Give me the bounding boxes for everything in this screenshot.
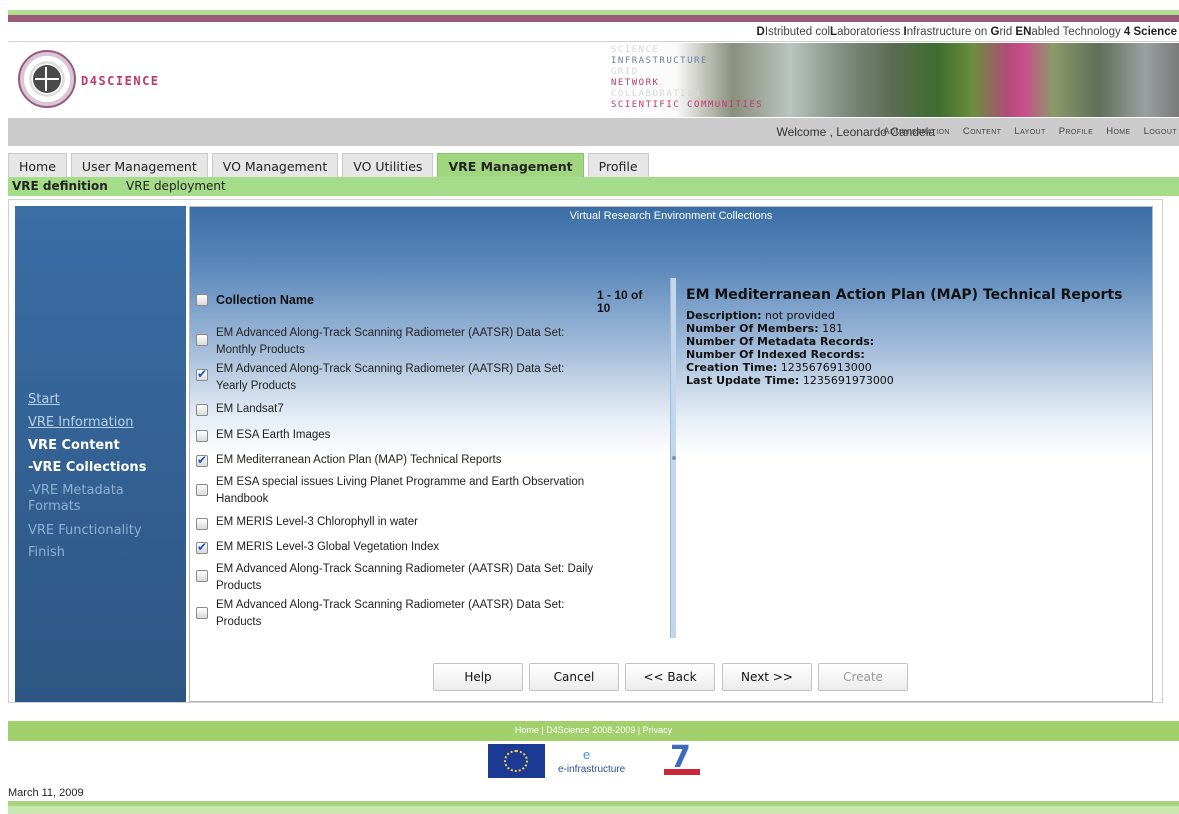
bottom-accent-bar-light bbox=[8, 806, 1179, 814]
column-header-collection-name: Collection Name bbox=[216, 293, 314, 307]
step-vre-information[interactable]: VRE Information bbox=[28, 415, 134, 430]
collection-checkbox[interactable] bbox=[196, 367, 208, 381]
panel-title: Virtual Research Environment Collections bbox=[569, 210, 773, 222]
collection-name: EM Advanced Along-Track Scanning Radiome… bbox=[216, 363, 565, 392]
brand-name: D4SCIENCE bbox=[81, 74, 160, 88]
user-links: Administration Content Layout Profile Ho… bbox=[873, 126, 1177, 137]
step-start[interactable]: Start bbox=[28, 392, 60, 407]
collection-name: EM Advanced Along-Track Scanning Radiome… bbox=[216, 599, 565, 628]
next-button[interactable]: Next >> bbox=[722, 663, 812, 691]
step-vre-metadata-formats: -VRE Metadata Formats bbox=[28, 483, 124, 514]
main-tabs: Home User Management VO Management VO Ut… bbox=[8, 153, 649, 177]
collection-detail-title: EM Mediterranean Action Plan (MAP) Techn… bbox=[686, 287, 1123, 303]
tab-home[interactable]: Home bbox=[8, 153, 67, 177]
link-logout[interactable]: Logout bbox=[1144, 126, 1177, 137]
paging-info: 1 - 10 of 10 bbox=[597, 288, 643, 315]
sub-navigation: VRE definition VRE deployment bbox=[8, 177, 1179, 196]
link-home[interactable]: Home bbox=[1106, 126, 1130, 137]
collection-name: EM ESA special issues Living Planet Prog… bbox=[216, 476, 585, 505]
tab-vo-utilities[interactable]: VO Utilities bbox=[342, 153, 434, 177]
collection-checkbox[interactable] bbox=[196, 453, 208, 467]
collection-checkbox[interactable] bbox=[196, 540, 208, 554]
top-purple-bar bbox=[8, 15, 1179, 22]
footer-date: March 11, 2009 bbox=[8, 787, 84, 799]
tab-vre-management[interactable]: VRE Management bbox=[437, 153, 584, 177]
banner-words: SCIENCE INFRASTRUCTURE GRID NETWORK COLL… bbox=[611, 45, 764, 110]
panel-splitter[interactable] bbox=[670, 278, 676, 638]
step-vre-functionality: VRE Functionality bbox=[28, 523, 142, 538]
collection-name: EM Advanced Along-Track Scanning Radiome… bbox=[216, 327, 565, 356]
tab-user-management[interactable]: User Management bbox=[70, 153, 208, 177]
collection-checkbox[interactable] bbox=[196, 404, 208, 416]
create-button: Create bbox=[818, 663, 908, 691]
collection-name: EM Landsat7 bbox=[216, 403, 284, 415]
footer-logos: e e-infrastructure 7 bbox=[488, 740, 708, 780]
site-tagline: DIstributed colLaboratoriess Infrastruct… bbox=[756, 26, 1177, 38]
detail-members: Number Of Members: 181 bbox=[686, 322, 844, 335]
detail-description: Description: not provided bbox=[686, 309, 835, 322]
collection-name: EM MERIS Level-3 Global Vegetation Index bbox=[216, 541, 440, 553]
d4science-logo[interactable]: D4SCIENCE bbox=[18, 50, 178, 110]
collection-name: EM Advanced Along-Track Scanning Radiome… bbox=[216, 563, 594, 592]
collection-name: EM ESA Earth Images bbox=[216, 429, 331, 441]
tab-vo-management[interactable]: VO Management bbox=[211, 153, 339, 177]
link-layout[interactable]: Layout bbox=[1014, 126, 1045, 137]
link-content[interactable]: Content bbox=[963, 126, 1001, 137]
cancel-button[interactable]: Cancel bbox=[529, 663, 619, 691]
collection-checkbox[interactable] bbox=[196, 430, 208, 442]
subnav-vre-definition[interactable]: VRE definition bbox=[12, 179, 108, 193]
header-divider bbox=[8, 41, 1179, 42]
tab-profile[interactable]: Profile bbox=[587, 153, 649, 177]
detail-creation-time: Creation Time: 1235676913000 bbox=[686, 361, 872, 374]
collection-checkbox[interactable] bbox=[196, 570, 208, 582]
step-finish: Finish bbox=[28, 545, 66, 560]
globe-icon bbox=[18, 50, 76, 108]
splitter-handle-icon bbox=[672, 456, 676, 460]
e-infrastructure-logo: e-infrastructure bbox=[558, 764, 626, 775]
subnav-vre-deployment[interactable]: VRE deployment bbox=[126, 179, 226, 193]
e-infrastructure-icon: e bbox=[583, 747, 591, 762]
step-vre-content: VRE Content bbox=[28, 438, 120, 453]
select-all-checkbox[interactable] bbox=[196, 294, 208, 306]
help-button[interactable]: Help bbox=[433, 663, 523, 691]
collection-checkbox[interactable] bbox=[196, 484, 208, 496]
footer-bar: Home | D4Science 2008-2009 | Privacy bbox=[8, 721, 1179, 741]
user-bar: Welcome , Leonardo Candela Administratio… bbox=[8, 118, 1179, 146]
footer-links[interactable]: Home | D4Science 2008-2009 | Privacy bbox=[8, 725, 1179, 735]
step-vre-collections: -VRE Collections bbox=[28, 460, 147, 475]
fp7-logo: 7 bbox=[664, 740, 700, 778]
collection-name: EM MERIS Level-3 Chlorophyll in water bbox=[216, 516, 418, 528]
link-profile[interactable]: Profile bbox=[1059, 126, 1093, 137]
wizard-steps-sidebar: Start VRE Information VRE Content -VRE C… bbox=[15, 206, 186, 702]
collection-checkbox[interactable] bbox=[196, 334, 208, 346]
detail-metadata-records: Number Of Metadata Records: bbox=[686, 335, 875, 348]
detail-last-update-time: Last Update Time: 1235691973000 bbox=[686, 374, 894, 387]
collection-name: EM Mediterranean Action Plan (MAP) Techn… bbox=[216, 454, 502, 466]
back-button[interactable]: << Back bbox=[625, 663, 715, 691]
collection-checkbox[interactable] bbox=[196, 518, 208, 530]
header-banner-image: SCIENCE INFRASTRUCTURE GRID NETWORK COLL… bbox=[607, 43, 1179, 117]
eu-flag-logo bbox=[488, 744, 545, 778]
collection-checkbox[interactable] bbox=[196, 607, 208, 619]
link-administration[interactable]: Administration bbox=[883, 126, 950, 137]
detail-indexed-records: Number Of Indexed Records: bbox=[686, 348, 865, 361]
